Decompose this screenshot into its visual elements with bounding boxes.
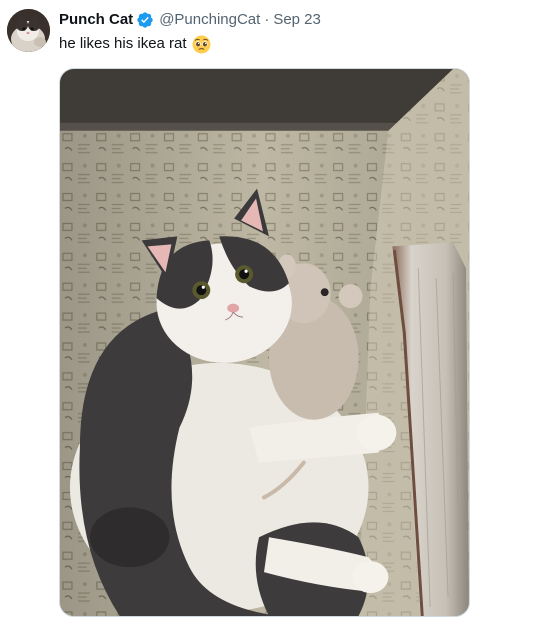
avatar[interactable]: [7, 9, 50, 52]
tweet[interactable]: Punch Cat @PunchingCat · Sep 23 he likes…: [0, 0, 540, 625]
display-name[interactable]: Punch Cat: [59, 10, 133, 30]
verified-badge-icon: [136, 11, 154, 29]
tweet-timestamp[interactable]: Sep 23: [273, 10, 321, 30]
tweet-text: he likes his ikea rat: [59, 34, 211, 54]
tweet-photo[interactable]: [59, 68, 470, 617]
separator-dot: ·: [264, 11, 270, 28]
avatar-image: [7, 9, 50, 52]
tweet-header: Punch Cat @PunchingCat · Sep 23: [59, 10, 321, 30]
user-handle[interactable]: @PunchingCat: [159, 10, 260, 30]
pleading-face-emoji-icon: [192, 35, 211, 54]
tweet-text-content: he likes his ikea rat: [59, 35, 187, 52]
cat-photo-image: [60, 69, 469, 616]
